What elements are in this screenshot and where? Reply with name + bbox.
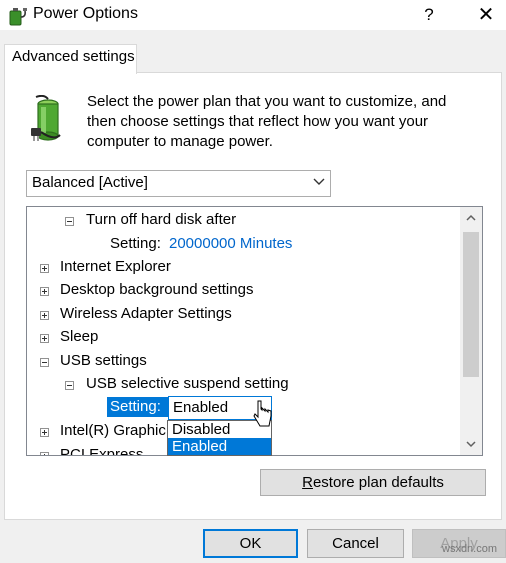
- usb-setting-label: Setting:: [110, 398, 161, 415]
- battery-icon: [31, 95, 61, 141]
- description-text: Select the power plan that you want to c…: [87, 93, 447, 150]
- tree-item-intel-graphics[interactable]: Intel(R) Graphic: [60, 422, 166, 439]
- option-label: Enabled: [172, 438, 228, 455]
- tree-item-wireless-adapter[interactable]: Wireless Adapter Settings: [60, 305, 232, 322]
- collapse-icon[interactable]: [65, 381, 74, 390]
- setting-label: Setting:: [110, 235, 161, 252]
- tab-label: Advanced settings: [12, 48, 135, 65]
- hand-cursor-icon: [253, 400, 272, 427]
- collapse-icon[interactable]: [40, 358, 49, 367]
- restore-button-label: Restore plan defaults: [302, 474, 444, 491]
- window-title: Power Options: [33, 5, 138, 22]
- hard-disk-setting-value[interactable]: 20000000 Minutes: [169, 235, 292, 252]
- collapse-icon[interactable]: [65, 217, 74, 226]
- usb-suspend-select-value: Enabled: [173, 399, 229, 416]
- expand-icon[interactable]: [40, 287, 49, 296]
- tree-item-usb-selective-suspend[interactable]: USB selective suspend setting: [86, 375, 289, 392]
- scroll-down-icon[interactable]: [460, 433, 482, 455]
- ok-button[interactable]: OK: [203, 529, 298, 558]
- expand-icon[interactable]: [40, 452, 49, 455]
- tree-item-internet-explorer[interactable]: Internet Explorer: [60, 258, 171, 275]
- power-plan-value: Balanced [Active]: [32, 174, 148, 191]
- watermark-text: wsxdn.com: [442, 543, 498, 555]
- expand-icon[interactable]: [40, 311, 49, 320]
- tree-item-desktop-background[interactable]: Desktop background settings: [60, 281, 253, 298]
- tree-item-usb-settings[interactable]: USB settings: [60, 352, 147, 369]
- tree-item-turn-off-hard-disk[interactable]: Turn off hard disk after: [86, 211, 236, 228]
- expand-icon[interactable]: [40, 428, 49, 437]
- tree-item-pci-express[interactable]: PCI Express: [60, 446, 143, 455]
- chevron-down-icon[interactable]: [313, 177, 325, 187]
- scroll-up-icon[interactable]: [460, 207, 482, 229]
- power-options-icon: [9, 8, 27, 26]
- close-button[interactable]: ✕: [470, 2, 502, 28]
- help-button[interactable]: ?: [416, 2, 442, 28]
- expand-icon[interactable]: [40, 334, 49, 343]
- expand-icon[interactable]: [40, 264, 49, 273]
- restore-plan-defaults-button[interactable]: Restore plan defaults: [260, 469, 486, 496]
- scroll-thumb[interactable]: [463, 232, 479, 377]
- option-enabled[interactable]: Enabled: [168, 438, 271, 455]
- cancel-button[interactable]: Cancel: [307, 529, 404, 558]
- option-label: Disabled: [172, 421, 231, 438]
- tree-item-sleep[interactable]: Sleep: [60, 328, 98, 345]
